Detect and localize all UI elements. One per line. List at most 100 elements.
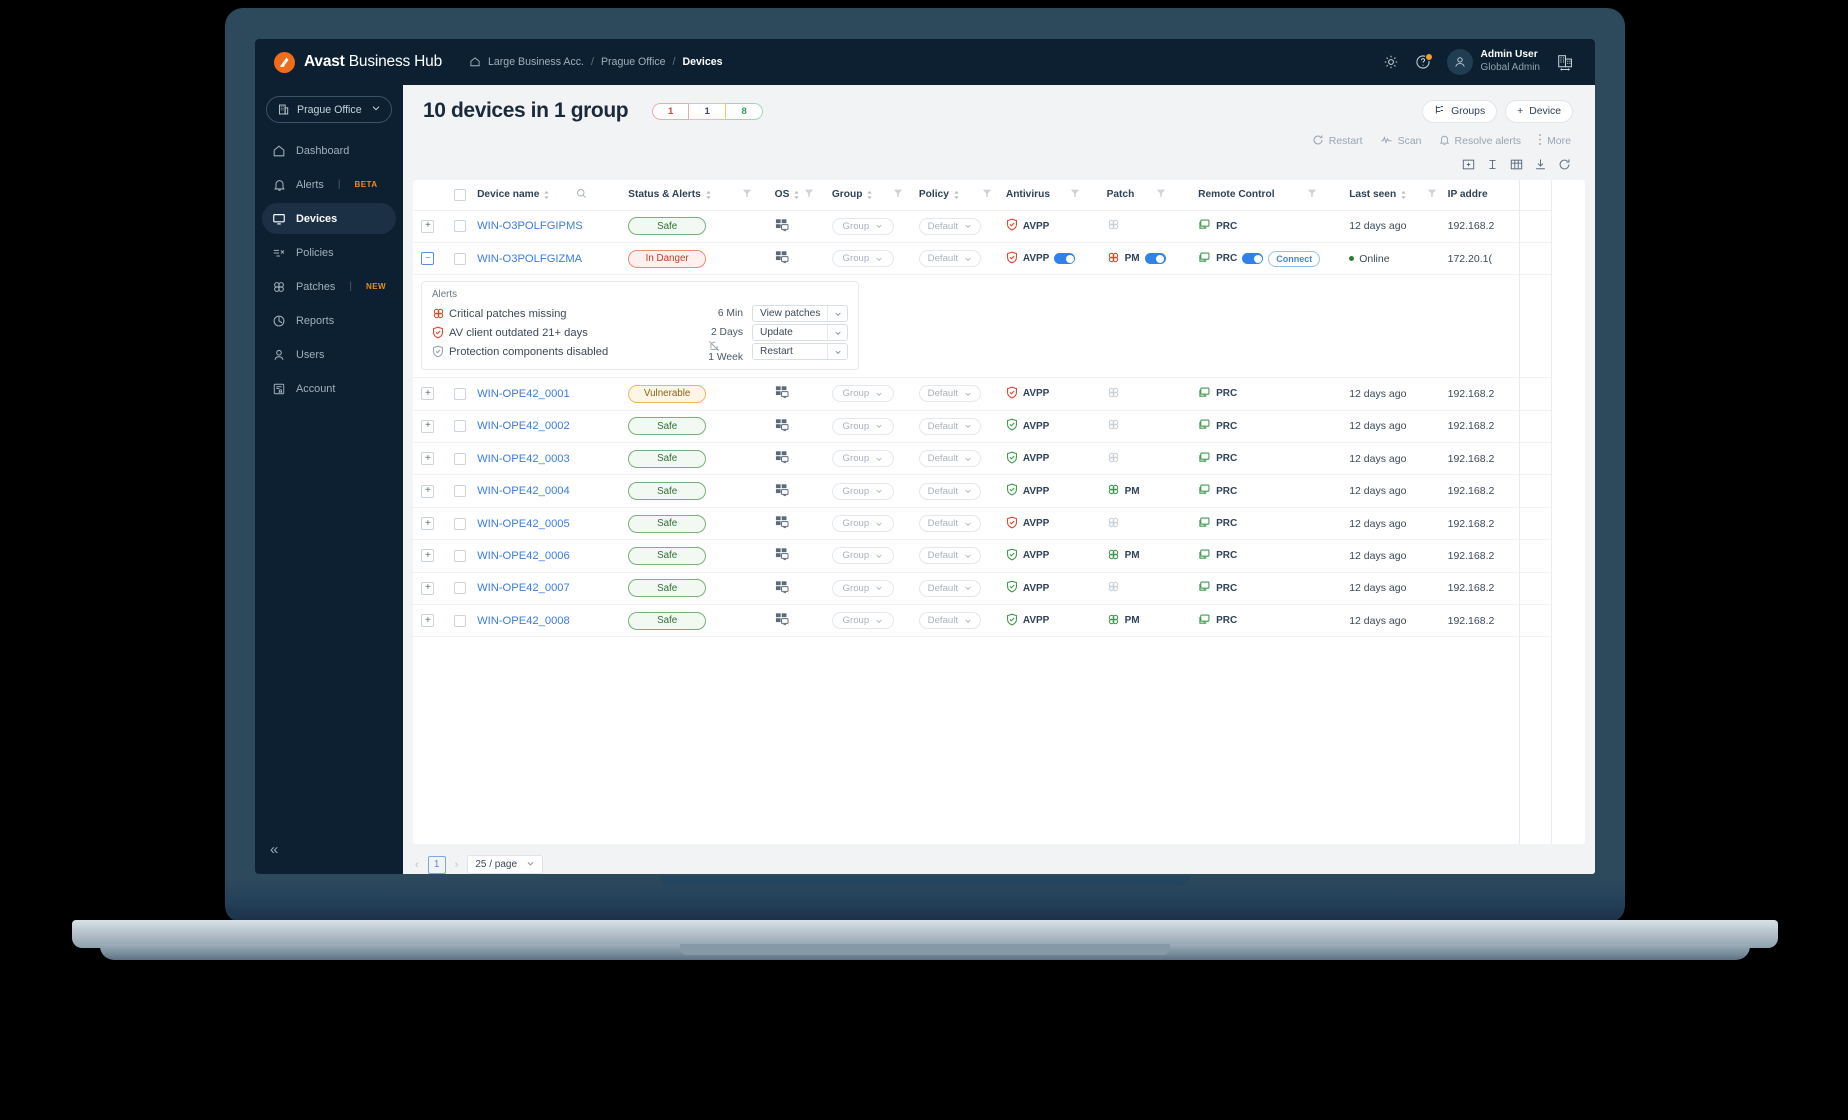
device-name-link[interactable]: WIN-O3POLFGIZMA: [477, 253, 582, 265]
th-group[interactable]: Group: [831, 180, 919, 211]
sidebar-item-account[interactable]: Account: [262, 373, 396, 404]
device-name-link[interactable]: WIN-OPE42_0002: [477, 420, 570, 432]
sidebar-item-patches[interactable]: Patches | NEW: [262, 271, 396, 302]
table-row[interactable]: + WIN-OPE42_0001 Vulnerable Group Defaul…: [413, 378, 1585, 411]
policy-selector[interactable]: Default: [918, 217, 981, 235]
device-name-link[interactable]: WIN-OPE42_0001: [477, 388, 570, 400]
row-checkbox[interactable]: [453, 220, 466, 233]
device-name-link[interactable]: WIN-OPE42_0005: [477, 518, 570, 530]
refresh-icon[interactable]: [1558, 158, 1571, 171]
expand-row-button[interactable]: +: [421, 387, 435, 401]
th-policy[interactable]: Policy: [918, 180, 1006, 211]
status-badge[interactable]: Safe: [628, 546, 707, 565]
table-row[interactable]: + WIN-OPE42_0004 Safe Group Default AVPP…: [413, 475, 1585, 508]
status-badge[interactable]: Safe: [628, 579, 707, 598]
group-selector[interactable]: Group: [831, 612, 894, 630]
policy-selector[interactable]: Default: [918, 482, 981, 500]
status-badge[interactable]: Vulnerable: [628, 384, 707, 403]
policy-selector[interactable]: Default: [918, 250, 981, 268]
th-os[interactable]: OS: [774, 180, 832, 211]
expand-row-button[interactable]: +: [421, 219, 435, 233]
company-switch-icon[interactable]: [1556, 54, 1575, 71]
status-count-danger[interactable]: 1: [652, 102, 690, 120]
filter-icon[interactable]: [1427, 188, 1437, 201]
more-action[interactable]: More: [1538, 133, 1571, 149]
sidebar-item-alerts[interactable]: Alerts | BETA: [262, 169, 396, 200]
group-selector[interactable]: Group: [831, 579, 894, 597]
table-row[interactable]: + WIN-OPE42_0006 Safe Group Default AVPP…: [413, 540, 1585, 573]
table-row[interactable]: − WIN-O3POLFGIZMA In Danger Group Defaul…: [413, 242, 1585, 275]
alert-action-select[interactable]: Update: [752, 324, 848, 342]
pagination-next[interactable]: ›: [455, 859, 459, 871]
policy-selector[interactable]: Default: [918, 612, 981, 630]
expand-row-button[interactable]: +: [421, 581, 435, 595]
table-row[interactable]: + WIN-OPE42_0008 Safe Group Default AVPP…: [413, 605, 1585, 637]
row-checkbox[interactable]: [453, 452, 466, 465]
filter-icon[interactable]: [1156, 188, 1166, 201]
table-row[interactable]: + WIN-OPE42_0003 Safe Group Default AVPP…: [413, 443, 1585, 475]
expand-row-button[interactable]: +: [421, 484, 435, 498]
antivirus-toggle[interactable]: [1054, 253, 1076, 265]
sort-icon[interactable]: [793, 190, 800, 200]
device-name-link[interactable]: WIN-OPE42_0007: [477, 582, 570, 594]
sort-icon[interactable]: [953, 190, 960, 200]
connect-button[interactable]: Connect: [1268, 250, 1321, 267]
th-antivirus[interactable]: Antivirus: [1005, 180, 1107, 211]
row-checkbox[interactable]: [453, 485, 466, 498]
sidebar-item-dashboard[interactable]: Dashboard: [262, 135, 396, 166]
th-patch[interactable]: Patch: [1106, 180, 1199, 211]
policy-selector[interactable]: Default: [918, 385, 981, 403]
device-name-link[interactable]: WIN-OPE42_0006: [477, 550, 570, 562]
group-selector[interactable]: Group: [831, 417, 894, 435]
org-selector[interactable]: Prague Office: [266, 96, 392, 123]
expand-row-button[interactable]: +: [421, 452, 435, 466]
scan-action[interactable]: Scan: [1380, 134, 1422, 149]
sidebar-item-reports[interactable]: Reports: [262, 305, 396, 336]
device-name-link[interactable]: WIN-OPE42_0003: [477, 453, 570, 465]
row-checkbox[interactable]: [453, 549, 466, 562]
search-icon[interactable]: [576, 188, 587, 202]
group-selector[interactable]: Group: [831, 450, 894, 468]
gear-icon[interactable]: [1383, 54, 1399, 70]
alert-action-select[interactable]: Restart: [752, 343, 848, 361]
group-selector[interactable]: Group: [831, 547, 894, 565]
group-selector[interactable]: Group: [831, 217, 894, 235]
home-icon[interactable]: [469, 56, 481, 68]
filter-icon[interactable]: [1307, 188, 1317, 201]
resolve-alerts-action[interactable]: Resolve alerts: [1439, 134, 1521, 149]
expand-row-button[interactable]: +: [421, 549, 435, 563]
row-checkbox[interactable]: [453, 420, 466, 433]
sort-icon[interactable]: [866, 190, 873, 200]
status-badge[interactable]: Safe: [628, 514, 707, 533]
row-checkbox[interactable]: [453, 614, 466, 627]
status-badge[interactable]: In Danger: [628, 249, 707, 268]
user-menu[interactable]: Admin User Global Admin: [1446, 49, 1540, 75]
device-name-link[interactable]: WIN-O3POLFGIPMS: [477, 220, 583, 232]
th-ip-address[interactable]: IP addre: [1447, 180, 1547, 211]
groups-button[interactable]: Groups: [1422, 99, 1498, 123]
expand-row-button[interactable]: +: [421, 517, 435, 531]
policy-selector[interactable]: Default: [918, 515, 981, 533]
filter-icon[interactable]: [742, 188, 752, 201]
th-last-seen[interactable]: Last seen: [1349, 180, 1448, 211]
table-row[interactable]: + WIN-OPE42_0002 Safe Group Default AVPP…: [413, 410, 1585, 443]
group-selector[interactable]: Group: [831, 250, 894, 268]
help-icon[interactable]: [1415, 53, 1433, 70]
group-selector[interactable]: Group: [831, 385, 894, 403]
sidebar-item-users[interactable]: Users: [262, 339, 396, 370]
pagination-prev[interactable]: ‹: [415, 859, 419, 871]
filter-icon[interactable]: [804, 188, 814, 201]
remote-control-toggle[interactable]: [1242, 253, 1264, 265]
status-count-vulnerable[interactable]: 1: [689, 102, 727, 120]
expand-row-button[interactable]: +: [421, 419, 435, 433]
sort-icon[interactable]: [705, 190, 712, 200]
device-name-link[interactable]: WIN-OPE42_0008: [477, 615, 570, 627]
table-row[interactable]: + WIN-O3POLFGIPMS Safe Group Default AVP…: [413, 210, 1585, 243]
th-device-name[interactable]: Device name: [477, 180, 629, 211]
restart-action[interactable]: Restart: [1312, 134, 1363, 149]
policy-selector[interactable]: Default: [918, 579, 981, 597]
breadcrumb-item-0[interactable]: Large Business Acc.: [488, 56, 584, 68]
device-name-link[interactable]: WIN-OPE42_0004: [477, 485, 570, 497]
status-badge[interactable]: Safe: [628, 449, 707, 468]
sidebar-collapse-button[interactable]: «: [255, 841, 403, 858]
